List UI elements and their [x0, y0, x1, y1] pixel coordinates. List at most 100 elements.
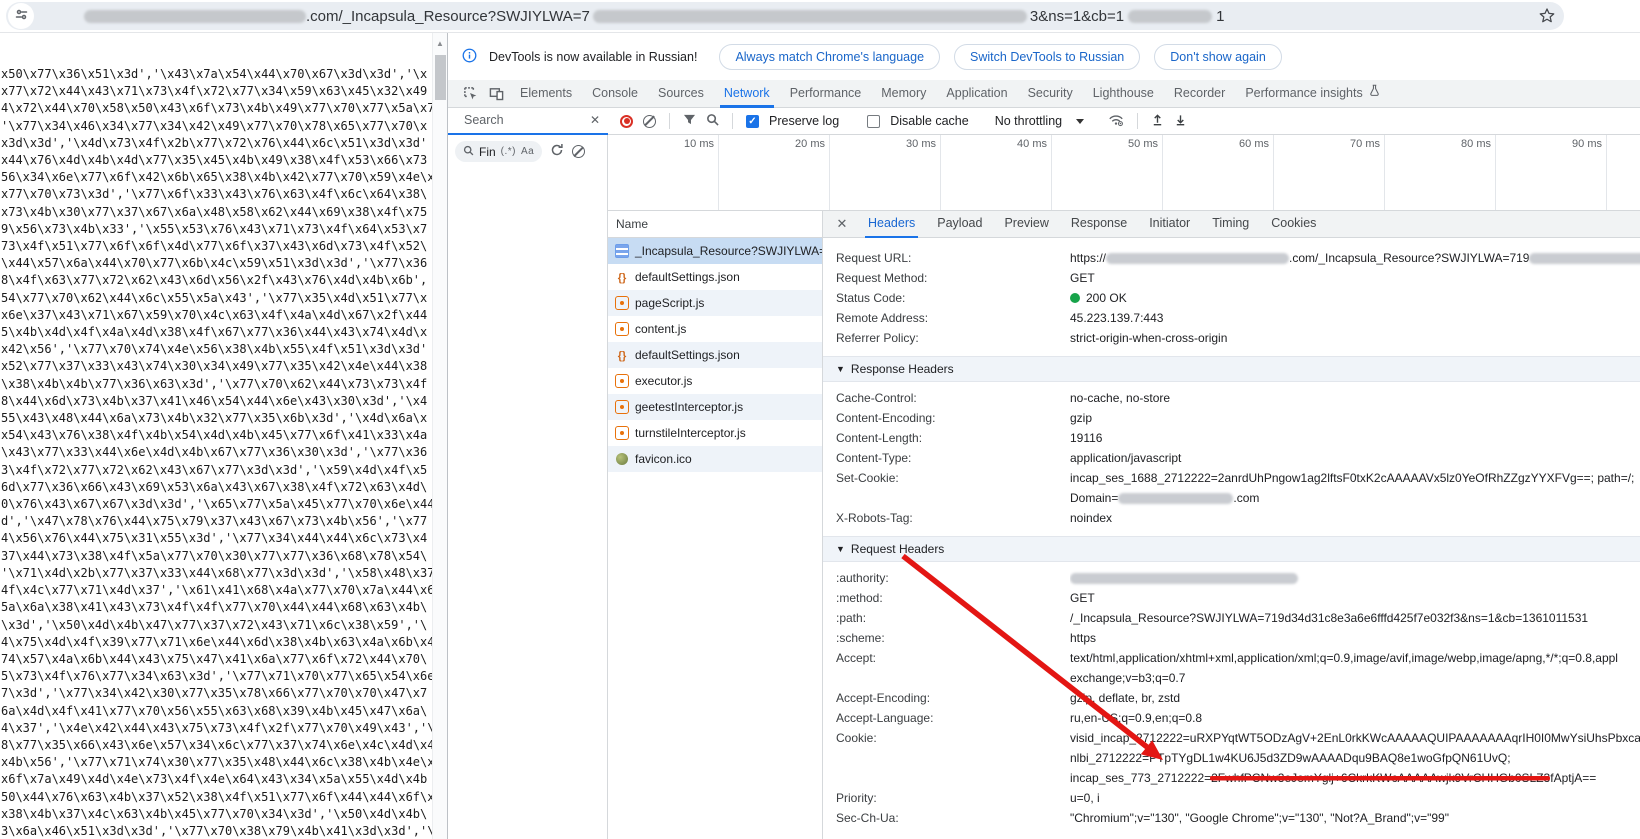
- request-method-row: Request Method: GET: [823, 268, 1640, 288]
- table-row[interactable]: content.js: [608, 316, 822, 342]
- site-settings-button[interactable]: [8, 3, 34, 29]
- export-har-icon[interactable]: [1174, 113, 1187, 129]
- details-tab[interactable]: Timing: [1201, 211, 1260, 238]
- requests-table: Name _Incapsula_Resource?SWJIYLWA=... de…: [608, 211, 822, 839]
- record-network-log-button[interactable]: [620, 115, 633, 128]
- code-line: 56\x34\x6e\x77\x6f\x42\x6b\x65\x38\x4b\x…: [1, 169, 432, 186]
- devtools-tab[interactable]: Memory: [871, 80, 936, 108]
- file-type-icon: [615, 426, 629, 440]
- devtools-tab[interactable]: Performance: [780, 80, 872, 108]
- code-line: x4b\x56','\x77\x71\x74\x30\x77\x35\x48\x…: [1, 754, 432, 771]
- details-tab[interactable]: Initiator: [1138, 211, 1201, 238]
- devtools-tab[interactable]: Recorder: [1164, 80, 1235, 108]
- table-row[interactable]: defaultSettings.json: [608, 264, 822, 290]
- scrollbar-thumb[interactable]: [435, 55, 446, 100]
- code-line: \x44\x57\x6a\x44\x70\x77\x6b\x4c\x59\x51…: [1, 255, 432, 272]
- import-har-icon[interactable]: [1151, 113, 1164, 129]
- status-green-dot: [1070, 293, 1080, 303]
- details-tab[interactable]: Preview: [993, 211, 1059, 238]
- search-input[interactable]: Fin (.*) Aa: [455, 141, 542, 162]
- file-type-icon: [616, 453, 628, 465]
- bookmark-star-icon[interactable]: [1538, 7, 1556, 28]
- device-toolbar-icon[interactable]: [484, 81, 508, 107]
- code-line: 73\x4f\x51\x77\x6f\x6f\x4d\x77\x6f\x37\x…: [1, 238, 432, 255]
- table-row[interactable]: turnstileInterceptor.js: [608, 420, 822, 446]
- timeline-tick: 10 ms: [608, 135, 719, 210]
- request-name: _Incapsula_Resource?SWJIYLWA=...: [635, 244, 822, 258]
- clear-network-log-icon[interactable]: [643, 115, 656, 128]
- status-badge: 200 OK: [1086, 291, 1127, 305]
- details-tab[interactable]: Response: [1060, 211, 1138, 238]
- page-scrollbar[interactable]: ▲: [432, 33, 447, 839]
- table-row[interactable]: favicon.ico: [608, 446, 822, 472]
- details-tab[interactable]: Cookies: [1260, 211, 1327, 238]
- table-row[interactable]: geetestInterceptor.js: [608, 394, 822, 420]
- regex-toggle[interactable]: (.*): [501, 146, 516, 157]
- refresh-icon[interactable]: [550, 143, 564, 160]
- header-row: :method:GET: [823, 588, 1640, 608]
- notification-button[interactable]: Don't show again: [1154, 44, 1282, 70]
- close-icon[interactable]: ✕: [831, 216, 853, 232]
- header-row: Accept:text/html,application/xhtml+xml,a…: [823, 648, 1640, 668]
- notification-button[interactable]: Always match Chrome's language: [719, 44, 940, 70]
- devtools-tab[interactable]: Elements: [510, 80, 582, 108]
- code-line: 4\x56\x76\x44\x75\x31\x55\x3d','\x77\x34…: [1, 530, 432, 547]
- tab-performance-insights[interactable]: Performance insights: [1235, 80, 1390, 108]
- close-icon[interactable]: ✕: [590, 113, 600, 127]
- request-name: content.js: [635, 322, 686, 336]
- header-row: Set-Cookie:incap_ses_1688_2712222=2anrdU…: [823, 468, 1640, 488]
- devtools-tab[interactable]: Application: [936, 80, 1017, 108]
- search-icon[interactable]: [706, 113, 719, 129]
- table-row[interactable]: _Incapsula_Resource?SWJIYLWA=...: [608, 238, 822, 264]
- header-row: Accept-Encoding:gzip, deflate, br, zstd: [823, 688, 1640, 708]
- table-row[interactable]: pageScript.js: [608, 290, 822, 316]
- code-line: 0\x76\x43\x67\x67\x3d\x3d','\x65\x77\x5a…: [1, 496, 432, 513]
- clear-search-icon[interactable]: [572, 145, 585, 158]
- request-headers-section[interactable]: ▼Request Headers: [823, 536, 1640, 562]
- code-line: 9\x56\x73\x4b\x33','\x55\x53\x76\x43\x71…: [1, 221, 432, 238]
- devtools-panel: DevTools is now available in Russian! Al…: [447, 33, 1640, 839]
- code-line: x73\x4b\x30\x77\x37\x67\x6a\x48\x58\x62\…: [1, 204, 432, 221]
- throttling-select[interactable]: No throttling: [995, 114, 1062, 128]
- blurred-authority: [1070, 573, 1298, 584]
- search-drawer-tab[interactable]: Search ✕: [448, 108, 608, 135]
- blurred-url-segment: [593, 10, 1027, 23]
- search-icon: [463, 145, 474, 159]
- code-line: \x38\x4b\x4b\x77\x36\x63\x3d','\x77\x70\…: [1, 376, 432, 393]
- devtools-tab[interactable]: Security: [1018, 80, 1083, 108]
- devtools-tab[interactable]: Lighthouse: [1083, 80, 1164, 108]
- network-conditions-icon[interactable]: [1108, 112, 1124, 130]
- chevron-down-icon[interactable]: [1076, 119, 1084, 124]
- header-row: nlbi_2712222=PTpTYgDL1w4KU6J5d3ZD9wAAAAD…: [823, 748, 1640, 768]
- code-line: x42\x56','\x77\x70\x74\x4e\x56\x38\x4b\x…: [1, 341, 432, 358]
- code-line: x77\x70\x73\x3d','\x77\x6f\x33\x43\x76\x…: [1, 186, 432, 203]
- table-row[interactable]: defaultSettings.json: [608, 342, 822, 368]
- timeline-tick: 60 ms: [1163, 135, 1274, 210]
- filter-icon[interactable]: [683, 114, 696, 129]
- set-cookie-domain-row: Domain=.com: [823, 488, 1640, 508]
- header-row: Sec-Ch-Ua:"Chromium";v="130", "Google Ch…: [823, 808, 1640, 828]
- timeline-tick: 70 ms: [1274, 135, 1385, 210]
- devtools-tab[interactable]: Console: [582, 80, 648, 108]
- match-case-toggle[interactable]: Aa: [521, 146, 534, 157]
- details-tab[interactable]: Headers: [857, 211, 926, 238]
- devtools-tab[interactable]: Sources: [648, 80, 714, 108]
- preserve-log-checkbox[interactable]: ✓: [746, 115, 759, 128]
- table-row[interactable]: executor.js: [608, 368, 822, 394]
- request-rows: _Incapsula_Resource?SWJIYLWA=... default…: [608, 238, 822, 472]
- devtools-tab[interactable]: Network: [714, 80, 780, 108]
- code-line: 4\x37','\x4e\x42\x44\x43\x75\x73\x4f\x2f…: [1, 720, 432, 737]
- header-row: Content-Length:19116: [823, 428, 1640, 448]
- details-tabs: HeadersPayloadPreviewResponseInitiatorTi…: [857, 211, 1327, 238]
- network-toolbar: Search ✕ ✓ Preserve log Disable cache No…: [448, 108, 1640, 135]
- request-name: defaultSettings.json: [635, 348, 740, 362]
- header-row: :path:/_Incapsula_Resource?SWJIYLWA=719d…: [823, 608, 1640, 628]
- disable-cache-checkbox[interactable]: [867, 115, 880, 128]
- response-headers-section[interactable]: ▼Response Headers: [823, 356, 1640, 382]
- inspect-element-icon[interactable]: [458, 81, 482, 107]
- notification-button[interactable]: Switch DevTools to Russian: [954, 44, 1140, 70]
- url-bar[interactable]: .com/_Incapsula_Resource?SWJIYLWA=7 3&ns…: [6, 2, 1564, 30]
- name-column-header[interactable]: Name: [608, 211, 822, 238]
- scroll-up-icon[interactable]: ▲: [436, 39, 444, 48]
- details-tab[interactable]: Payload: [926, 211, 993, 238]
